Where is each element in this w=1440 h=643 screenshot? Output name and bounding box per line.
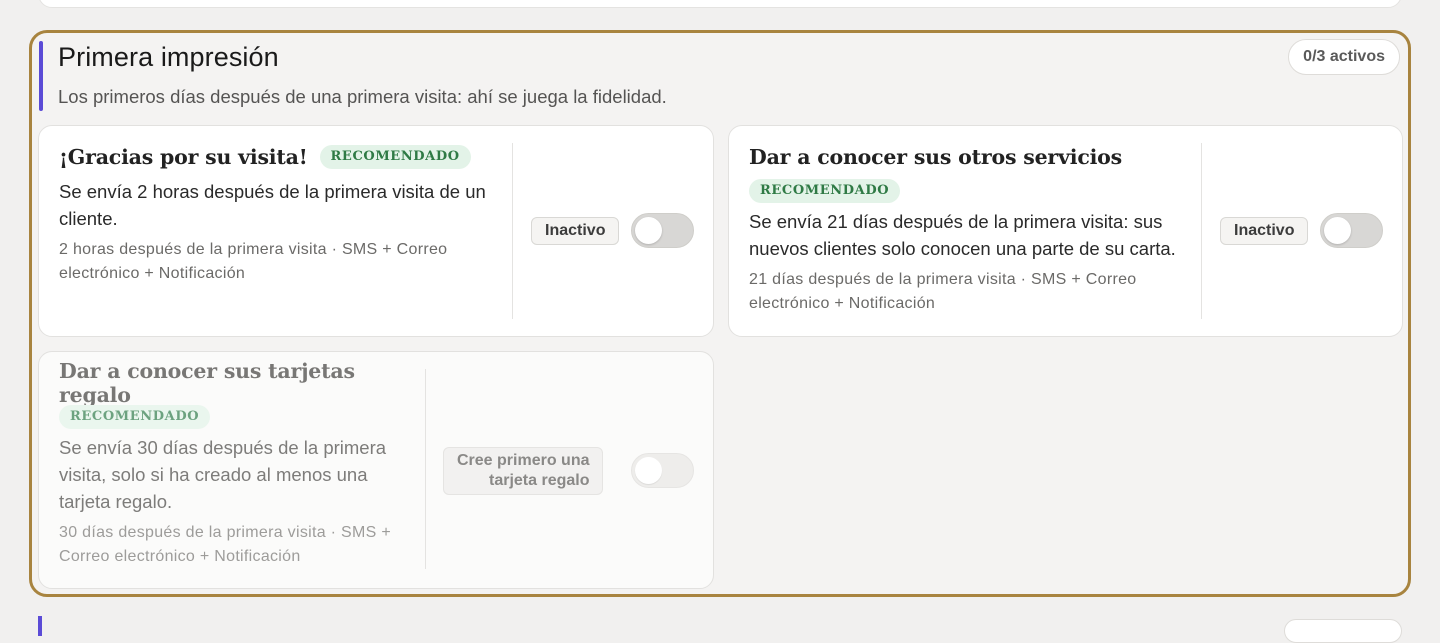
card-description: Se envía 30 días después de la primera v… <box>59 434 419 515</box>
automation-card-tarjetas-regalo: Dar a conocer sus tarjetas regalo RECOME… <box>38 351 714 589</box>
section-accent-bar <box>39 41 43 111</box>
card-description-line: Se envía 21 días después de la primera v… <box>749 211 1163 232</box>
card-description-line: cliente. <box>59 208 118 229</box>
card-divider <box>425 369 426 569</box>
card-description: Se envía 21 días después de la primera v… <box>749 208 1199 262</box>
toggle-knob <box>635 457 662 484</box>
card-title: Dar a conocer sus otros servicios <box>749 145 1123 169</box>
toggle-knob <box>1324 217 1351 244</box>
status-chip: Inactivo <box>1220 217 1309 245</box>
status-chip-line: Cree primero una <box>457 452 590 469</box>
card-title: Dar a conocer sus tarjetas regalo <box>59 359 355 407</box>
active-count-badge: 0/3 activos <box>1288 39 1400 75</box>
card-description-line: nuevos clientes solo conocen una parte d… <box>749 238 1176 259</box>
automation-card-otros-servicios: Dar a conocer sus otros servicios RECOME… <box>728 125 1403 337</box>
next-section-count-badge <box>1284 619 1402 643</box>
toggle-knob <box>635 217 662 244</box>
status-chip-line: tarjeta regalo <box>489 472 590 489</box>
card-meta-line: electrónico + Notificación <box>59 265 246 282</box>
card-divider <box>1201 143 1202 319</box>
card-meta-line: 2 horas después de la primera visita · S… <box>59 241 448 258</box>
card-meta: 2 horas después de la primera visita · S… <box>59 238 509 286</box>
recommended-badge: RECOMENDADO <box>319 145 471 169</box>
card-meta-line: 30 días después de la primera visita · S… <box>59 524 392 541</box>
card-description-line: Se envía 2 horas después de la primera v… <box>59 181 486 202</box>
card-meta: 21 días después de la primera visita · S… <box>749 268 1199 316</box>
section-subtitle: Los primeros días después de una primera… <box>58 86 667 107</box>
section-title: Primera impresión <box>58 42 279 72</box>
create-gift-card-first-chip: Cree primero una tarjeta regalo <box>443 447 604 495</box>
card-description-line: Se envía 30 días después de la primera <box>59 437 387 458</box>
toggle-switch-icon[interactable] <box>631 213 694 248</box>
card-description-line: tarjeta regalo. <box>59 491 173 512</box>
next-section-accent-bar <box>38 616 42 636</box>
recommended-badge: RECOMENDADO <box>59 405 211 429</box>
previous-section-card <box>38 0 1402 8</box>
card-meta-line: 21 días después de la primera visita · S… <box>749 271 1137 288</box>
status-chip: Inactivo <box>531 217 620 245</box>
automation-card-gracias: ¡Gracias por su visita! RECOMENDADO Se e… <box>38 125 714 337</box>
primera-impresion-section: Primera impresión Los primeros días desp… <box>29 30 1411 597</box>
toggle-switch-icon[interactable] <box>1320 213 1383 248</box>
card-title: ¡Gracias por su visita! <box>59 145 308 169</box>
recommended-badge: RECOMENDADO <box>749 179 901 203</box>
card-divider <box>512 143 513 319</box>
toggle-switch-icon <box>631 453 694 488</box>
card-meta: 30 días después de la primera visita · S… <box>59 521 419 569</box>
card-description-line: visita, solo si ha creado al menos una <box>59 464 368 485</box>
card-meta-line: electrónico + Notificación <box>749 295 936 312</box>
card-meta-line: Correo electrónico + Notificación <box>59 548 301 565</box>
card-description: Se envía 2 horas después de la primera v… <box>59 178 509 232</box>
